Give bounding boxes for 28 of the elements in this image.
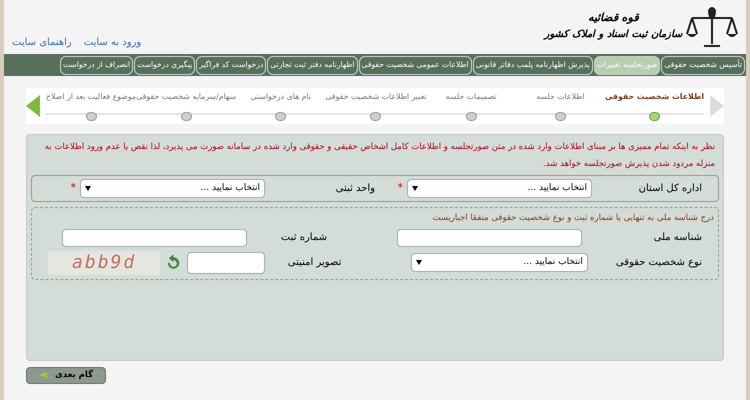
national-id-field[interactable] [397,228,582,247]
dropdown-field[interactable]: انتخاب نمایید ... [80,179,265,198]
arrow-icon [39,372,47,378]
org-subtitle: سازمان ثبت اسناد و املاک کشور [544,28,682,42]
required-mark: * [398,180,403,196]
registration-number-field[interactable] [62,228,247,247]
field-label: اداره کل استان [638,182,702,196]
field-label: شماره ثبت [280,231,328,246]
header-link[interactable]: راهنمای سایت [12,35,72,50]
dropdown-field[interactable]: انتخاب نمایید ... [407,179,592,198]
field-label: شناسه ملی [652,231,702,246]
captcha-image: abb9d [48,250,160,275]
caret-icon [412,186,418,191]
header-link[interactable]: ورود به سایت [84,35,142,50]
org-title: قوه قضائیه [588,10,639,26]
dropdown-field[interactable]: انتخاب نمایید ... [411,253,588,272]
caret-icon [416,260,422,266]
field-label: واحد ثبتی [334,182,375,196]
caret-icon [85,186,91,191]
required-mark: * [70,180,76,196]
field-label: تصویر امنیتی [286,256,342,270]
next-arrow-icon[interactable] [26,95,42,117]
emblem-icon [686,4,738,48]
hint-text: درج شناسه ملی به تنهایی یا شماره ثبت و نوع شخصیت حقوقی متفقا اجباریست [431,212,714,225]
next-step-button[interactable]: گام بعدی [26,366,106,384]
field-label: نوع شخصیت حقوقی [614,256,702,270]
captcha-field[interactable] [187,252,266,274]
notice-text: نظر به اینکه تمام ممیزی ها بر مبنای اطلاعات وارد شده در متن صورتجلسه و اطلاعات کامل اشخاص حقیقی و حقوقی وارد شده در سامانه صورت می پذیرد، لذا نقص یا عدم ورود اطلاعات به منزله مردود شدن پذیرش صورتجلسه خواهد شد. [44,141,716,171]
